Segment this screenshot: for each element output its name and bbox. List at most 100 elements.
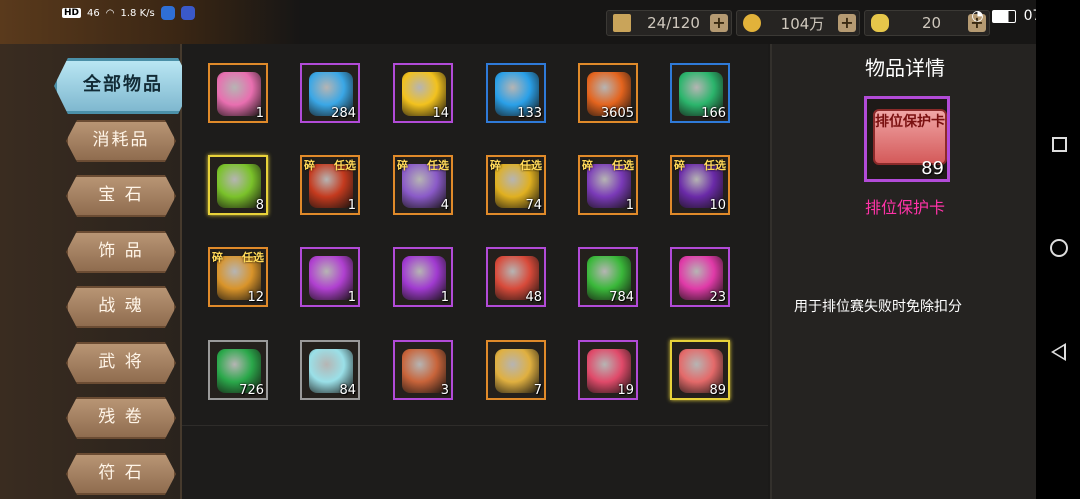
item-slot[interactable]: 碎 任选 1 <box>300 155 360 215</box>
item-slot[interactable]: 7 <box>486 340 546 400</box>
selected-item-count: 89 <box>921 158 944 179</box>
mystery-gem-icon <box>402 256 446 300</box>
selectable-tag: 任选 <box>612 159 634 172</box>
item-slot[interactable]: 48 <box>486 247 546 307</box>
item-slot[interactable]: 1 <box>393 247 453 307</box>
home-button[interactable] <box>1050 239 1068 257</box>
item-count: 133 <box>517 106 542 121</box>
item-count: 10 <box>709 198 726 213</box>
back-button[interactable] <box>1051 343 1066 361</box>
item-slot[interactable]: 84 <box>300 340 360 400</box>
item-slot[interactable]: 碎 任选 4 <box>393 155 453 215</box>
selected-item-name: 排位保护卡 <box>864 198 945 217</box>
item-count: 1 <box>440 290 449 305</box>
category-consumables[interactable]: 消耗品 <box>66 120 176 162</box>
category-sidebar: 全部物品 消耗品 宝 石 饰 品 战 魂 武 将 残 卷 符 石 <box>0 44 192 499</box>
selected-item-description: 用于排位赛失败时免除扣分 <box>794 299 962 315</box>
item-slot[interactable]: 726 <box>208 340 268 400</box>
fragment-tag: 碎 <box>674 159 685 172</box>
item-count: 14 <box>432 106 449 121</box>
item-count: 284 <box>331 106 356 121</box>
item-slot[interactable]: 碎 任选 10 <box>670 155 730 215</box>
item-count: 1 <box>255 106 264 121</box>
category-all-items[interactable]: 全部物品 <box>54 58 192 114</box>
selectable-tag: 任选 <box>242 251 264 264</box>
fragment-tag: 碎 <box>212 251 223 264</box>
item-slot[interactable]: 784 <box>578 247 638 307</box>
category-generals[interactable]: 武 将 <box>66 342 176 384</box>
category-fragments[interactable]: 残 卷 <box>66 397 176 439</box>
item-slot[interactable]: 3605 <box>578 63 638 123</box>
fragment-tag: 碎 <box>490 159 501 172</box>
fragment-tag: 碎 <box>582 159 593 172</box>
fragment-tag: 碎 <box>397 159 408 172</box>
category-runes[interactable]: 符 石 <box>66 453 176 495</box>
item-slot[interactable]: 8 <box>208 155 268 215</box>
add-stamina-button[interactable]: + <box>710 14 728 32</box>
item-count: 89 <box>709 383 726 398</box>
item-count: 166 <box>701 106 726 121</box>
fragment-tag: 碎 <box>304 159 315 172</box>
item-slot[interactable]: 碎 任选 1 <box>578 155 638 215</box>
item-count: 8 <box>255 198 264 213</box>
item-slot[interactable]: 133 <box>486 63 546 123</box>
item-count: 12 <box>247 290 264 305</box>
detail-title: 物品详情 <box>865 56 945 80</box>
item-slot[interactable]: 碎 任选 12 <box>208 247 268 307</box>
ingot-icon <box>871 14 889 32</box>
item-slot[interactable]: 3 <box>393 340 453 400</box>
item-detail-panel: 物品详情 排位保护卡 89 排位保护卡 用于排位赛失败时免除扣分 <box>770 44 1038 499</box>
gold-relic-icon <box>495 349 539 393</box>
item-count: 1 <box>347 290 356 305</box>
network-type: HD <box>62 8 82 18</box>
selectable-tag: 任选 <box>520 159 542 172</box>
scroll-icon <box>402 349 446 393</box>
item-slot[interactable]: 284 <box>300 63 360 123</box>
rainbow-egg-icon <box>217 72 261 116</box>
gold-coin-icon <box>743 14 761 32</box>
item-slot[interactable]: 19 <box>578 340 638 400</box>
item-count: 4 <box>440 198 449 213</box>
item-slot[interactable]: 碎 任选 74 <box>486 155 546 215</box>
ingot-value: 20 <box>921 14 942 32</box>
item-count: 1 <box>347 198 356 213</box>
status-bar-left: HD 46 ◠ 1.8 K/s <box>62 6 195 20</box>
card-text: 排位保护卡 <box>875 114 945 130</box>
rank-card-icon: 排位保护卡 <box>873 109 947 165</box>
purple-chest-icon <box>309 256 353 300</box>
item-count: 74 <box>525 198 542 213</box>
signal-strength: 46 <box>87 7 100 19</box>
selectable-tag: 任选 <box>704 159 726 172</box>
item-slot[interactable]: 166 <box>670 63 730 123</box>
item-count: 726 <box>239 383 264 398</box>
green-chest-icon <box>217 164 261 208</box>
stamina-icon <box>613 14 631 32</box>
item-slot[interactable]: 89 <box>670 340 730 400</box>
recent-apps-button[interactable] <box>1052 137 1067 152</box>
gold-box: 104万 + <box>736 10 860 36</box>
item-count: 3 <box>440 383 449 398</box>
android-nav-bar <box>1036 0 1080 499</box>
category-war-souls[interactable]: 战 魂 <box>66 286 176 328</box>
item-count: 784 <box>609 290 634 305</box>
net-speed: 1.8 K/s <box>120 7 155 19</box>
item-slot[interactable]: 14 <box>393 63 453 123</box>
alarm-icon: ◔ <box>971 8 984 24</box>
stamina-box: 24/120 + <box>606 10 732 36</box>
category-gems[interactable]: 宝 石 <box>66 175 176 217</box>
battery-icon <box>991 9 1016 23</box>
item-slot[interactable]: 23 <box>670 247 730 307</box>
add-gold-button[interactable]: + <box>838 14 856 32</box>
top-bar: HD 46 ◠ 1.8 K/s 24/120 + 104万 + 20 + ◔ 0… <box>0 0 1080 44</box>
grid-divider <box>182 425 768 426</box>
selected-item-slot: 排位保护卡 89 <box>864 96 950 182</box>
wifi-icon: ◠ <box>105 7 115 19</box>
item-count: 1 <box>625 198 634 213</box>
item-count: 84 <box>339 383 356 398</box>
item-slot[interactable]: 1 <box>300 247 360 307</box>
item-slot[interactable]: 1 <box>208 63 268 123</box>
item-count: 19 <box>617 383 634 398</box>
item-count: 7 <box>533 383 542 398</box>
selectable-tag: 任选 <box>334 159 356 172</box>
category-accessories[interactable]: 饰 品 <box>66 231 176 273</box>
